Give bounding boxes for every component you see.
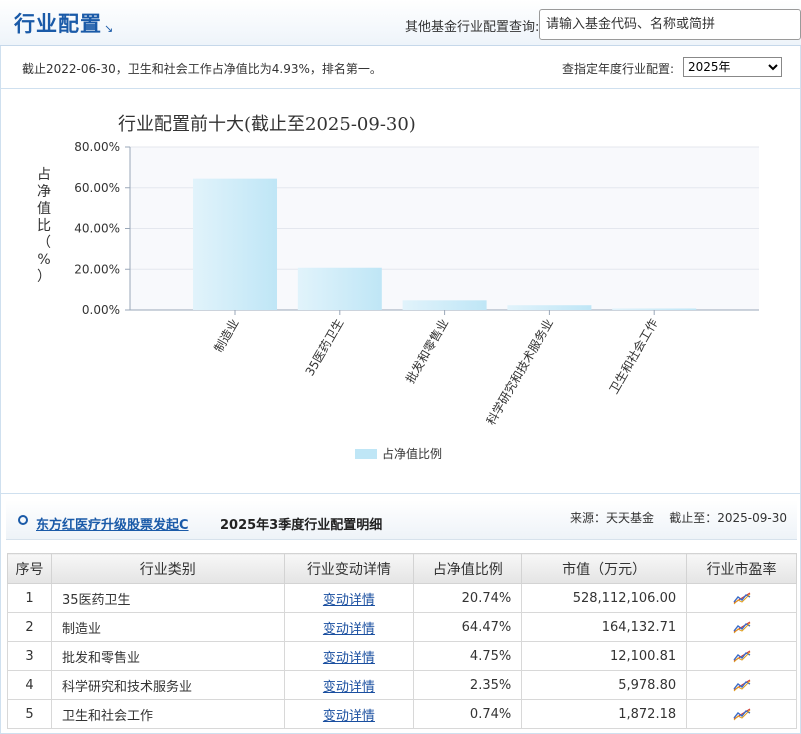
column-header-change-detail: 行业变动详情 xyxy=(283,553,415,584)
year-select-label: 查指定年度行业配置: xyxy=(562,62,675,76)
x-tick-label: 卫生和社会工作 xyxy=(606,316,661,396)
detail-section-title: 2025年3季度行业配置明细 xyxy=(220,518,383,533)
column-header-market-value: 市值（万元） xyxy=(521,553,688,584)
x-tick-label: 批发和零售业 xyxy=(402,316,451,386)
column-header-industry: 行业类别 xyxy=(50,553,285,584)
y-axis-label-char: 净 xyxy=(37,184,51,200)
row-industry-name: 35医药卫生 xyxy=(50,583,285,613)
row-index: 2 xyxy=(7,612,52,642)
row-net-ratio: 20.74% xyxy=(413,583,523,613)
change-detail-link[interactable]: 变动详情 xyxy=(323,622,375,637)
y-axis-label-char: 比 xyxy=(37,218,51,234)
y-tick-label: 0.00% xyxy=(82,303,120,317)
column-header-industry-pe: 行业市盈率 xyxy=(686,553,797,584)
table-row: 1 35医药卫生 变动详情 20.74% 528,112,106.00 xyxy=(7,583,797,613)
row-market-value: 164,132.71 xyxy=(521,612,688,642)
legend-label: 占净值比例 xyxy=(382,446,442,461)
summary-text: 截止2022-06-30，卫生和社会工作占净值比为4.93%，排名第一。 xyxy=(22,62,382,76)
bar xyxy=(402,300,487,310)
year-select[interactable]: 2025年 xyxy=(683,57,782,77)
table-row: 2 制造业 变动详情 64.47% 164,132.71 xyxy=(7,612,797,642)
change-detail-link[interactable]: 变动详情 xyxy=(323,709,375,724)
detail-section-header: 东方红医疗升级股票发起C 2025年3季度行业配置明细 来源：天天基金 截止至：… xyxy=(6,500,797,540)
row-index: 4 xyxy=(7,670,52,700)
change-detail-link[interactable]: 变动详情 xyxy=(323,651,375,666)
y-axis-label-char: 占 xyxy=(37,167,51,183)
row-market-value: 1,872.18 xyxy=(521,699,688,729)
legend-swatch xyxy=(355,449,377,459)
row-industry-pe-cell xyxy=(686,641,797,671)
row-net-ratio: 4.75% xyxy=(413,641,523,671)
arrow-down-right-icon: ↘ xyxy=(104,22,114,35)
fund-query-label: 其他基金行业配置查询: xyxy=(405,20,540,35)
x-tick-label: 科学研究和技术服务业 xyxy=(483,316,556,427)
row-net-ratio: 64.47% xyxy=(413,612,523,642)
page-title: 行业配置 xyxy=(14,12,102,36)
y-axis-label-char: ） xyxy=(37,269,51,285)
trend-chart-icon[interactable] xyxy=(733,707,751,721)
fund-name-link[interactable]: 东方红医疗升级股票发起C xyxy=(36,514,189,533)
row-industry-pe-cell xyxy=(686,699,797,729)
row-industry-name: 制造业 xyxy=(50,612,285,642)
row-industry-name: 科学研究和技术服务业 xyxy=(50,670,285,700)
fund-search-input[interactable] xyxy=(539,9,801,40)
chart-title: 行业配置前十大(截止至2025-09-30) xyxy=(118,114,416,135)
table-header-row: 序号 行业类别 行业变动详情 占净值比例 市值（万元） 行业市盈率 xyxy=(7,553,797,584)
bar xyxy=(507,305,592,310)
divider xyxy=(0,493,801,494)
row-index: 1 xyxy=(7,583,52,613)
row-net-ratio: 2.35% xyxy=(413,670,523,700)
change-detail-link[interactable]: 变动详情 xyxy=(323,680,375,695)
y-tick-label: 80.00% xyxy=(74,140,120,154)
y-tick-label: 40.00% xyxy=(74,222,120,236)
row-change-detail-cell: 变动详情 xyxy=(283,583,415,613)
table-row: 5 卫生和社会工作 变动详情 0.74% 1,872.18 xyxy=(7,699,797,729)
y-axis-label-char: （ xyxy=(37,235,51,251)
row-market-value: 12,100.81 xyxy=(521,641,688,671)
row-industry-name: 批发和零售业 xyxy=(50,641,285,671)
page-header: 行业配置 ↘ 其他基金行业配置查询: xyxy=(0,0,801,46)
y-tick-label: 20.00% xyxy=(74,262,120,276)
column-header-index: 序号 xyxy=(7,553,52,584)
row-industry-name: 卫生和社会工作 xyxy=(50,699,285,729)
row-change-detail-cell: 变动详情 xyxy=(283,641,415,671)
row-industry-pe-cell xyxy=(686,583,797,613)
x-tick-label: 制造业 xyxy=(211,317,241,355)
table-row: 4 科学研究和技术服务业 变动详情 2.35% 5,978.80 xyxy=(7,670,797,700)
x-tick-label: 35医药卫生 xyxy=(303,317,347,379)
row-net-ratio: 0.74% xyxy=(413,699,523,729)
row-index: 5 xyxy=(7,699,52,729)
change-detail-link[interactable]: 变动详情 xyxy=(323,593,375,608)
trend-chart-icon[interactable] xyxy=(733,591,751,605)
table-row: 3 批发和零售业 变动详情 4.75% 12,100.81 xyxy=(7,641,797,671)
circle-bullet-icon xyxy=(18,515,28,525)
trend-chart-icon[interactable] xyxy=(733,678,751,692)
row-industry-pe-cell xyxy=(686,670,797,700)
y-axis-label-char: % xyxy=(37,252,50,268)
trend-chart-icon[interactable] xyxy=(733,649,751,663)
row-industry-pe-cell xyxy=(686,612,797,642)
row-change-detail-cell: 变动详情 xyxy=(283,670,415,700)
column-header-net-ratio: 占净值比例 xyxy=(413,553,523,584)
row-change-detail-cell: 变动详情 xyxy=(283,612,415,642)
industry-bar-chart: 0.00% 20.00% 40.00% 60.00% 80.00% 制造业 35医药卫生 批发… xyxy=(37,114,759,461)
bar xyxy=(612,308,697,310)
row-index: 3 xyxy=(7,641,52,671)
industry-allocation-table: 序号 行业类别 行业变动详情 占净值比例 市值（万元） 行业市盈率 1 35医药卫… xyxy=(7,553,797,729)
source-and-date: 来源：天天基金 截止至：2025-09-30 xyxy=(570,511,787,525)
bar xyxy=(297,267,382,310)
y-tick-label: 60.00% xyxy=(74,181,120,195)
bar xyxy=(193,178,277,310)
y-axis-label-char: 值 xyxy=(37,201,51,217)
row-change-detail-cell: 变动详情 xyxy=(283,699,415,729)
trend-chart-icon[interactable] xyxy=(733,620,751,634)
row-market-value: 5,978.80 xyxy=(521,670,688,700)
row-market-value: 528,112,106.00 xyxy=(521,583,688,613)
